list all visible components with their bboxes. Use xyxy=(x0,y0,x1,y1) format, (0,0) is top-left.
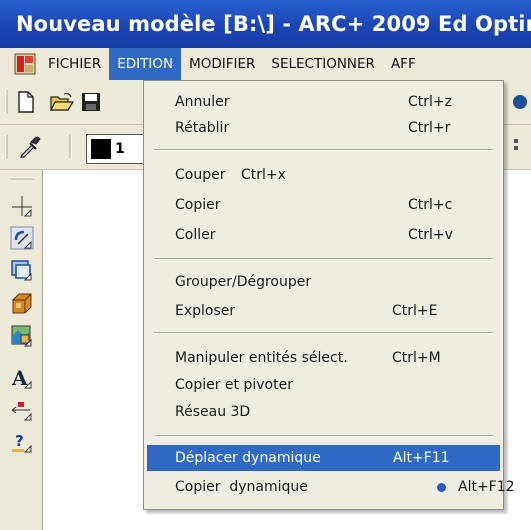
menu-separator xyxy=(154,149,493,151)
edition-menu: Annuler Ctrl+z Rétablir Ctrl+r Couper Ct… xyxy=(143,80,515,510)
dimension-text-tool-icon[interactable] xyxy=(10,398,34,422)
menu-item-label: Copier xyxy=(175,197,221,213)
menu-item-label: Manipuler entités sélect. xyxy=(175,350,348,366)
menu-item-coller[interactable]: Coller Ctrl+v xyxy=(144,222,503,248)
menu-item-shortcut: Ctrl+r xyxy=(408,120,451,136)
menu-item-label: Couper xyxy=(175,167,226,183)
menu-item-manipuler[interactable]: Manipuler entités sélect. Ctrl+M xyxy=(144,345,503,371)
new-document-icon[interactable] xyxy=(16,91,36,113)
menu-affichage[interactable]: AFF xyxy=(383,48,424,80)
menu-bar: FICHIER EDITION MODIFIER SELECTIONNER AF… xyxy=(0,48,531,80)
title-bar: Nouveau modèle [B:\] - ARC+ 2009 Ed Opti… xyxy=(0,0,531,48)
color-selector[interactable]: 1 xyxy=(86,134,146,164)
menu-modifier[interactable]: MODIFIER xyxy=(181,48,263,80)
menu-item-annuler[interactable]: Annuler Ctrl+z xyxy=(144,89,503,115)
svg-text:?: ? xyxy=(15,432,24,450)
menu-separator xyxy=(154,332,493,334)
window-title: Nouveau modèle [B:\] - ARC+ 2009 Ed Opti… xyxy=(16,12,531,36)
menu-item-shortcut: Ctrl+v xyxy=(408,227,453,243)
menu-separator xyxy=(154,258,493,260)
menu-item-shortcut: Ctrl+x xyxy=(241,167,286,183)
color-swatch xyxy=(91,139,111,159)
menu-item-label: Annuler xyxy=(175,94,230,110)
checked-bullet-icon xyxy=(437,483,446,492)
panel-grip[interactable] xyxy=(9,176,35,182)
menu-item-label: Copier et pivoter xyxy=(175,377,293,393)
menu-item-label: Copier dynamique xyxy=(175,479,308,495)
eyedropper-icon[interactable] xyxy=(18,135,42,159)
texture-tool-icon[interactable] xyxy=(10,324,34,348)
text-tool-icon[interactable]: A xyxy=(10,366,34,390)
menu-item-retablir[interactable]: Rétablir Ctrl+r xyxy=(144,115,503,141)
toolbar-separator xyxy=(69,135,72,159)
menu-item-copier-dynamique[interactable]: Copier dynamique Alt+F12 xyxy=(144,474,515,500)
rotate-tool-icon[interactable] xyxy=(10,226,34,250)
dimension-tool-icon[interactable] xyxy=(10,194,34,218)
save-icon[interactable] xyxy=(81,91,101,113)
menu-item-shortcut: Ctrl+M xyxy=(392,350,441,366)
app-icon[interactable] xyxy=(14,53,36,75)
menu-edition[interactable]: EDITION xyxy=(109,48,182,80)
toolbar-grip[interactable] xyxy=(4,89,10,115)
left-tool-panel: A ? xyxy=(0,170,43,530)
menu-separator xyxy=(154,435,493,437)
menu-item-couper[interactable]: Couper Ctrl+x xyxy=(144,162,503,188)
menu-item-label: Grouper/Dégrouper xyxy=(175,274,312,290)
help-tool-icon[interactable]: ? xyxy=(10,430,34,454)
menu-item-deplacer-dynamique[interactable]: Déplacer dynamique Alt+F11 xyxy=(147,445,500,471)
toolbar-grip[interactable] xyxy=(4,134,10,160)
menu-item-reseau-3d[interactable]: Réseau 3D xyxy=(144,399,503,425)
volume-tool-icon[interactable] xyxy=(10,292,34,316)
menu-item-copier[interactable]: Copier Ctrl+c xyxy=(144,192,503,218)
open-folder-icon[interactable] xyxy=(50,91,74,113)
menu-item-shortcut: Alt+F12 xyxy=(458,479,515,495)
toolbar-button-icon[interactable] xyxy=(508,137,526,157)
view-tool-icon[interactable] xyxy=(10,258,34,282)
menu-selectionner[interactable]: SELECTIONNER xyxy=(263,48,383,80)
menu-item-grouper[interactable]: Grouper/Dégrouper xyxy=(144,269,503,295)
menu-item-label: Coller xyxy=(175,227,216,243)
menu-item-label: Déplacer dynamique xyxy=(175,450,321,466)
menu-item-shortcut: Ctrl+z xyxy=(408,94,452,110)
menu-item-exploser[interactable]: Exploser Ctrl+E xyxy=(144,298,503,324)
color-index: 1 xyxy=(115,141,125,157)
menu-item-copier-pivoter[interactable]: Copier et pivoter xyxy=(144,372,503,398)
menu-fichier[interactable]: FICHIER xyxy=(40,48,109,80)
menu-item-label: Exploser xyxy=(175,303,236,319)
menu-item-label: Rétablir xyxy=(175,120,230,136)
menu-item-shortcut: Ctrl+E xyxy=(392,303,438,319)
menu-item-label: Réseau 3D xyxy=(175,404,251,420)
svg-text:A: A xyxy=(11,366,28,390)
toolbar-button-icon[interactable] xyxy=(508,91,528,113)
menu-item-shortcut: Alt+F11 xyxy=(393,450,450,466)
menu-item-shortcut: Ctrl+c xyxy=(408,197,453,213)
